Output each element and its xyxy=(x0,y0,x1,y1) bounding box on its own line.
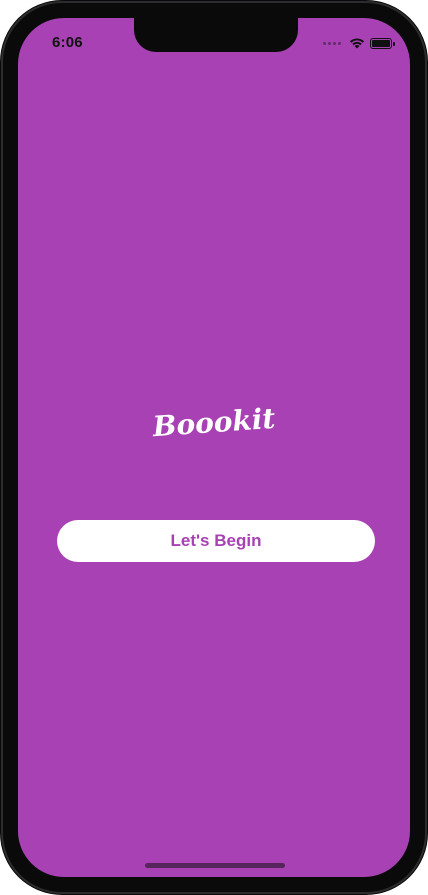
splash-screen: 6:06 Boookit Let's Begin xyxy=(18,18,410,877)
battery-icon xyxy=(370,37,395,49)
status-time: 6:06 xyxy=(52,34,83,51)
status-icons xyxy=(323,37,395,49)
battery-level xyxy=(372,39,390,47)
app-logo: Boookit xyxy=(151,401,277,444)
lets-begin-button[interactable]: Let's Begin xyxy=(57,520,375,562)
notch xyxy=(134,18,298,52)
wifi-icon xyxy=(349,37,365,49)
home-indicator[interactable] xyxy=(145,863,285,868)
device-frame: 6:06 Boookit Let's Begin xyxy=(0,0,428,895)
signal-dots-icon xyxy=(323,41,341,45)
